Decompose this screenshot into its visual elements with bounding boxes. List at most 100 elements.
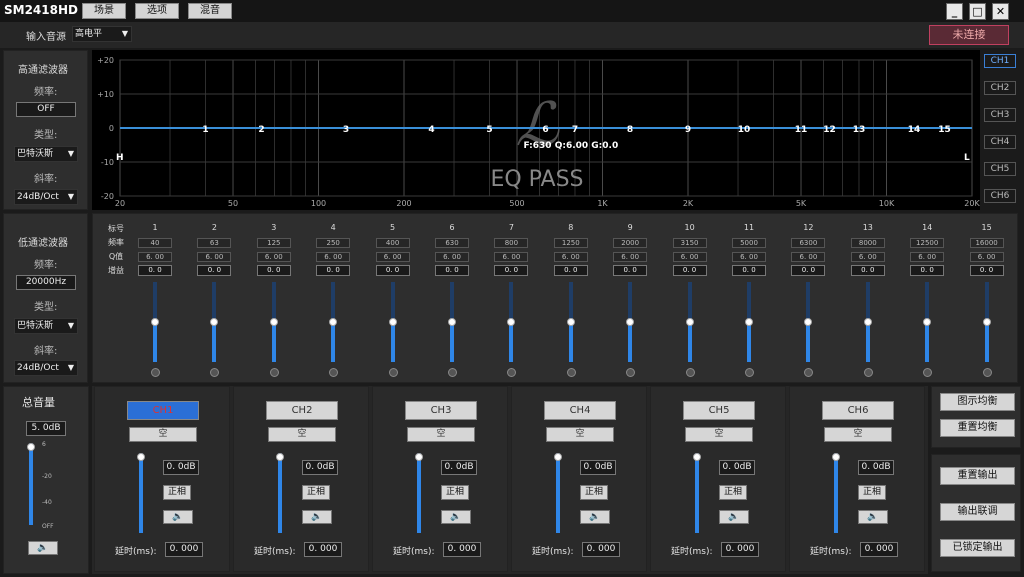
band-gain-slider[interactable] — [863, 282, 872, 362]
graph-channel-ch6-button[interactable]: CH6 — [984, 189, 1016, 203]
graph-channel-ch3-button[interactable]: CH3 — [984, 108, 1016, 122]
band-gain-input[interactable]: 0. 0 — [494, 265, 529, 276]
band-gain-input[interactable]: 0. 0 — [197, 265, 232, 276]
output-gain-input[interactable]: 0. 0dB — [441, 460, 477, 475]
band-slider-knob[interactable] — [626, 318, 635, 326]
output-mute-speaker-icon[interactable]: 🔈 — [719, 510, 749, 524]
band-gain-input[interactable]: 0. 0 — [732, 265, 766, 276]
band-freq-input[interactable]: 1250 — [553, 238, 588, 248]
band-slider-knob[interactable] — [923, 318, 932, 326]
reset-eq-button[interactable]: 重置均衡 — [940, 419, 1015, 437]
band-bypass-icon[interactable] — [982, 368, 992, 377]
band-gain-input[interactable]: 0. 0 — [791, 265, 826, 276]
output-volume-slider[interactable] — [415, 453, 423, 533]
locked-output-button[interactable]: 已锁定输出 — [940, 539, 1015, 557]
band-slider-knob[interactable] — [151, 318, 159, 326]
output-channel-select-button[interactable]: CH4 — [544, 401, 616, 420]
band-bypass-icon[interactable] — [804, 368, 814, 377]
output-gain-input[interactable]: 0. 0dB — [302, 460, 338, 475]
band-q-input[interactable]: 6. 00 — [553, 252, 588, 262]
input-source-select[interactable]: 高电平 ▼ — [72, 26, 132, 42]
master-volume-slider[interactable] — [27, 443, 35, 525]
output-slider-knob[interactable] — [832, 453, 840, 461]
band-gain-slider[interactable] — [804, 282, 813, 362]
band-gain-input[interactable]: 0. 0 — [256, 265, 291, 276]
output-volume-slider[interactable] — [693, 453, 701, 533]
lowpass-type-select[interactable]: 巴特沃斯 ▼ — [14, 318, 78, 334]
minimize-icon[interactable]: _ — [946, 3, 963, 20]
menu-options-button[interactable]: 选项 — [135, 3, 179, 19]
output-gain-input[interactable]: 0. 0dB — [580, 460, 616, 475]
band-gain-slider[interactable] — [507, 282, 516, 362]
band-gain-input[interactable]: 0. 0 — [672, 265, 707, 276]
output-phase-button[interactable]: 正相 — [441, 485, 469, 500]
band-gain-slider[interactable] — [269, 282, 278, 362]
band-bypass-icon[interactable] — [448, 368, 457, 377]
output-gain-input[interactable]: 0. 0dB — [163, 460, 199, 475]
band-gain-input[interactable]: 0. 0 — [138, 265, 172, 276]
output-delay-input[interactable]: 0. 000 — [582, 542, 620, 557]
output-delay-input[interactable]: 0. 000 — [721, 542, 759, 557]
output-slider-knob[interactable] — [137, 453, 145, 461]
graph-channel-ch1-button[interactable]: CH1 — [984, 54, 1016, 68]
output-source-box[interactable]: 空 — [685, 427, 753, 442]
output-slider-knob[interactable] — [415, 453, 423, 461]
eq-graph[interactable]: +20 +10 0 -10 -20 20 50 100 200 500 1K 2K 5K 10K 20K ℒ E… — [92, 50, 980, 210]
band-bypass-icon[interactable] — [923, 368, 933, 377]
output-slider-knob[interactable] — [554, 453, 562, 461]
band-gain-input[interactable]: 0. 0 — [969, 265, 1004, 276]
band-freq-input[interactable]: 8000 — [850, 238, 885, 248]
band-gain-input[interactable]: 0. 0 — [613, 265, 648, 276]
band-q-input[interactable]: 6. 00 — [791, 252, 826, 262]
graph-channel-ch5-button[interactable]: CH5 — [984, 162, 1016, 176]
band-gain-input[interactable]: 0. 0 — [316, 265, 351, 276]
output-delay-input[interactable]: 0. 000 — [443, 542, 481, 557]
band-gain-slider[interactable] — [982, 282, 991, 362]
band-bypass-icon[interactable] — [151, 368, 160, 377]
output-phase-button[interactable]: 正相 — [163, 485, 191, 500]
band-q-input[interactable]: 6. 00 — [850, 252, 885, 262]
connect-status-button[interactable]: 未连接 — [929, 25, 1009, 45]
output-gain-input[interactable]: 0. 0dB — [719, 460, 755, 475]
output-delay-input[interactable]: 0. 000 — [165, 542, 203, 557]
band-gain-slider[interactable] — [448, 282, 456, 362]
band-slider-knob[interactable] — [566, 318, 575, 326]
menu-scene-button[interactable]: 场景 — [82, 3, 126, 19]
lowpass-freq-input[interactable]: 20000Hz — [16, 275, 76, 290]
band-freq-input[interactable]: 125 — [256, 238, 291, 248]
band-q-input[interactable]: 6. 00 — [435, 252, 469, 262]
band-q-input[interactable]: 6. 00 — [613, 252, 648, 262]
master-mute-speaker-icon[interactable]: 🔈 — [28, 541, 58, 555]
show-eq-button[interactable]: 图示均衡 — [940, 393, 1015, 411]
band-bypass-icon[interactable] — [507, 368, 517, 377]
maximize-icon[interactable]: □ — [969, 3, 986, 20]
band-q-input[interactable]: 6. 00 — [197, 252, 232, 262]
band-freq-input[interactable]: 5000 — [732, 238, 766, 248]
output-volume-slider[interactable] — [137, 453, 145, 533]
band-bypass-icon[interactable] — [329, 368, 339, 377]
band-q-input[interactable]: 6. 00 — [316, 252, 351, 262]
close-icon[interactable]: ✕ — [992, 3, 1009, 20]
band-bypass-icon[interactable] — [626, 368, 636, 377]
menu-mix-button[interactable]: 混音 — [188, 3, 232, 19]
reset-output-button[interactable]: 重置输出 — [940, 467, 1015, 485]
band-slider-knob[interactable] — [507, 318, 516, 326]
band-q-input[interactable]: 6. 00 — [732, 252, 766, 262]
output-phase-button[interactable]: 正相 — [858, 485, 886, 500]
output-source-box[interactable]: 空 — [407, 427, 475, 442]
band-gain-input[interactable]: 0. 0 — [553, 265, 588, 276]
output-gain-input[interactable]: 0. 0dB — [858, 460, 894, 475]
output-channel-select-button[interactable]: CH5 — [683, 401, 755, 420]
output-mute-speaker-icon[interactable]: 🔈 — [302, 510, 332, 524]
output-channel-select-button[interactable]: CH6 — [822, 401, 894, 420]
band-gain-slider[interactable] — [566, 282, 575, 362]
band-freq-input[interactable]: 400 — [375, 238, 410, 248]
band-q-input[interactable]: 6. 00 — [910, 252, 945, 262]
output-source-box[interactable]: 空 — [268, 427, 336, 442]
output-channel-select-button[interactable]: CH1 — [127, 401, 199, 420]
output-phase-button[interactable]: 正相 — [580, 485, 608, 500]
output-delay-input[interactable]: 0. 000 — [304, 542, 342, 557]
band-q-input[interactable]: 6. 00 — [138, 252, 172, 262]
band-bypass-icon[interactable] — [388, 368, 398, 377]
highpass-slope-select[interactable]: 24dB/Oct ▼ — [14, 189, 78, 205]
